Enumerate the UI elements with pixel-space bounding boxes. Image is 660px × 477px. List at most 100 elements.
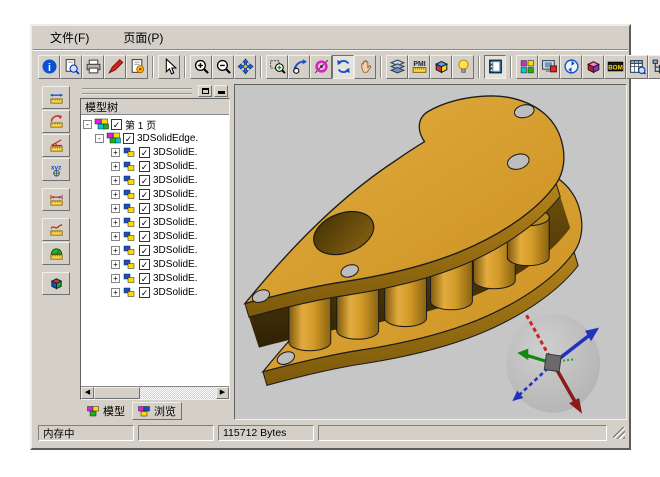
node-checkbox[interactable]: ✓ bbox=[139, 203, 150, 214]
print-button[interactable] bbox=[82, 55, 104, 79]
origin-cube bbox=[544, 354, 561, 372]
layers-button[interactable] bbox=[386, 55, 408, 79]
expand-toggle[interactable]: + bbox=[111, 260, 120, 269]
tree-row-part[interactable]: + ✓3DSolidE. bbox=[81, 173, 229, 187]
pan-cross-button[interactable] bbox=[234, 55, 256, 79]
dim-radius-button[interactable] bbox=[42, 110, 70, 133]
panel-gripper[interactable] bbox=[80, 84, 230, 98]
update-circle-button[interactable] bbox=[560, 55, 582, 79]
menu-page[interactable]: 页面(P) bbox=[119, 27, 167, 48]
expand-toggle[interactable]: + bbox=[111, 288, 120, 297]
resize-grip[interactable] bbox=[613, 427, 625, 439]
node-label: 3DSolidE. bbox=[153, 147, 197, 158]
screen-capture-button[interactable] bbox=[538, 55, 560, 79]
node-checkbox[interactable]: ✓ bbox=[139, 287, 150, 298]
expand-toggle[interactable]: + bbox=[111, 148, 120, 157]
measure-gauge-button[interactable] bbox=[42, 242, 70, 265]
dynamic-zoom-button[interactable] bbox=[288, 55, 310, 79]
dim-angle-button[interactable] bbox=[42, 134, 70, 157]
info-button[interactable]: i bbox=[38, 55, 60, 79]
tree-row-part[interactable]: +✓3DSolidE. bbox=[81, 257, 229, 271]
expand-toggle[interactable]: - bbox=[95, 134, 104, 143]
node-checkbox[interactable]: ✓ bbox=[139, 147, 150, 158]
expand-toggle[interactable]: - bbox=[83, 120, 92, 129]
expand-toggle[interactable]: + bbox=[111, 274, 120, 283]
rotate-view-button[interactable] bbox=[332, 55, 354, 79]
tree-row-part[interactable]: +✓3DSolidE. bbox=[81, 215, 229, 229]
tab-model[interactable]: 模型 bbox=[82, 402, 130, 420]
node-checkbox[interactable]: ✓ bbox=[139, 273, 150, 284]
tree-row-part[interactable]: + ✓3DSolidE. bbox=[81, 145, 229, 159]
menu-file[interactable]: 文件(F) bbox=[46, 27, 93, 48]
panel-collapse-button[interactable] bbox=[214, 85, 228, 97]
model-canvas[interactable] bbox=[235, 85, 626, 419]
rotate-center-button[interactable] bbox=[310, 55, 332, 79]
light-button[interactable] bbox=[452, 55, 474, 79]
zoom-window-button[interactable] bbox=[266, 55, 288, 79]
pmi-button[interactable]: PMI bbox=[408, 55, 430, 79]
model-tree-panel-icon bbox=[487, 58, 504, 75]
measure-curve-button[interactable] bbox=[42, 218, 70, 241]
printer-icon bbox=[85, 58, 102, 75]
print-preview-button[interactable] bbox=[60, 55, 82, 79]
expand-toggle[interactable]: + bbox=[111, 190, 120, 199]
dim-coordinate-button[interactable]: xyz bbox=[42, 158, 70, 181]
scroll-thumb[interactable] bbox=[94, 387, 140, 399]
node-checkbox[interactable]: ✓ bbox=[123, 133, 134, 144]
node-checkbox[interactable]: ✓ bbox=[139, 217, 150, 228]
tree-row-part[interactable]: +✓3DSolidE. bbox=[81, 229, 229, 243]
expand-toggle[interactable]: + bbox=[111, 218, 120, 227]
zoom-in-button[interactable] bbox=[190, 55, 212, 79]
expand-toggle[interactable]: + bbox=[111, 204, 120, 213]
tree-row-part[interactable]: +✓3DSolidE. bbox=[81, 201, 229, 215]
select-cursor-button[interactable] bbox=[158, 55, 180, 79]
light-bulb-icon bbox=[455, 58, 472, 75]
view-cube-button[interactable] bbox=[430, 55, 452, 79]
tree-row-part[interactable]: +✓3DSolidE. bbox=[81, 285, 229, 299]
dim-linear-button[interactable] bbox=[42, 86, 70, 109]
model-tree-client: 模型树 - ✓ 第 1 页 - ✓ 3DSolidEdge. bbox=[80, 98, 230, 400]
zoom-out-button[interactable] bbox=[212, 55, 234, 79]
pan-hand-button[interactable] bbox=[354, 55, 376, 79]
expand-toggle[interactable]: + bbox=[111, 246, 120, 255]
node-checkbox[interactable]: ✓ bbox=[139, 175, 150, 186]
explode-view-button[interactable] bbox=[582, 55, 604, 79]
expand-toggle[interactable]: + bbox=[111, 232, 120, 241]
structure-tree-button[interactable] bbox=[648, 55, 660, 79]
expand-toggle[interactable]: + bbox=[111, 176, 120, 185]
tree-row-part[interactable]: +✓3DSolidE. bbox=[81, 243, 229, 257]
tree-row-part[interactable]: +✓3DSolidE. bbox=[81, 271, 229, 285]
viewport-3d[interactable] bbox=[234, 84, 627, 420]
bom-button[interactable]: BOM bbox=[604, 55, 626, 79]
tree-row-page[interactable]: - ✓ 第 1 页 bbox=[81, 117, 229, 131]
tree-row-part[interactable]: +✓3DSolidE. bbox=[81, 187, 229, 201]
bom-table-button[interactable] bbox=[626, 55, 648, 79]
tab-browse[interactable]: 浏览 bbox=[132, 402, 182, 420]
scroll-track[interactable] bbox=[94, 387, 216, 399]
node-checkbox[interactable]: ✓ bbox=[139, 189, 150, 200]
panel-maximize-button[interactable] bbox=[198, 85, 212, 97]
tree-row-assembly[interactable]: - ✓ 3DSolidEdge. bbox=[81, 131, 229, 145]
orientation-ball[interactable] bbox=[506, 313, 600, 414]
node-checkbox[interactable]: ✓ bbox=[111, 119, 122, 130]
markup-pen-button[interactable] bbox=[104, 55, 126, 79]
model-tree-toggle-button[interactable] bbox=[484, 55, 506, 79]
solid-box-icon bbox=[48, 276, 65, 291]
node-checkbox[interactable]: ✓ bbox=[139, 161, 150, 172]
grip-handle[interactable] bbox=[82, 88, 192, 95]
tree-hscrollbar[interactable]: ◀ ▶ bbox=[81, 386, 229, 399]
page-node-icon bbox=[94, 118, 109, 130]
node-checkbox[interactable]: ✓ bbox=[139, 259, 150, 270]
export-doc-button[interactable] bbox=[126, 55, 148, 79]
node-checkbox[interactable]: ✓ bbox=[139, 231, 150, 242]
expand-toggle[interactable]: + bbox=[111, 162, 120, 171]
solid-box-button[interactable] bbox=[42, 272, 70, 295]
node-label: 3DSolidE. bbox=[153, 175, 197, 186]
scroll-left-button[interactable]: ◀ bbox=[81, 387, 94, 399]
dim-distance-button[interactable] bbox=[42, 188, 70, 211]
zoom-out-icon bbox=[215, 58, 232, 75]
scroll-right-button[interactable]: ▶ bbox=[216, 387, 229, 399]
tree-row-part[interactable]: +✓3DSolidE. bbox=[81, 159, 229, 173]
assembly-tree-button[interactable] bbox=[516, 55, 538, 79]
node-checkbox[interactable]: ✓ bbox=[139, 245, 150, 256]
